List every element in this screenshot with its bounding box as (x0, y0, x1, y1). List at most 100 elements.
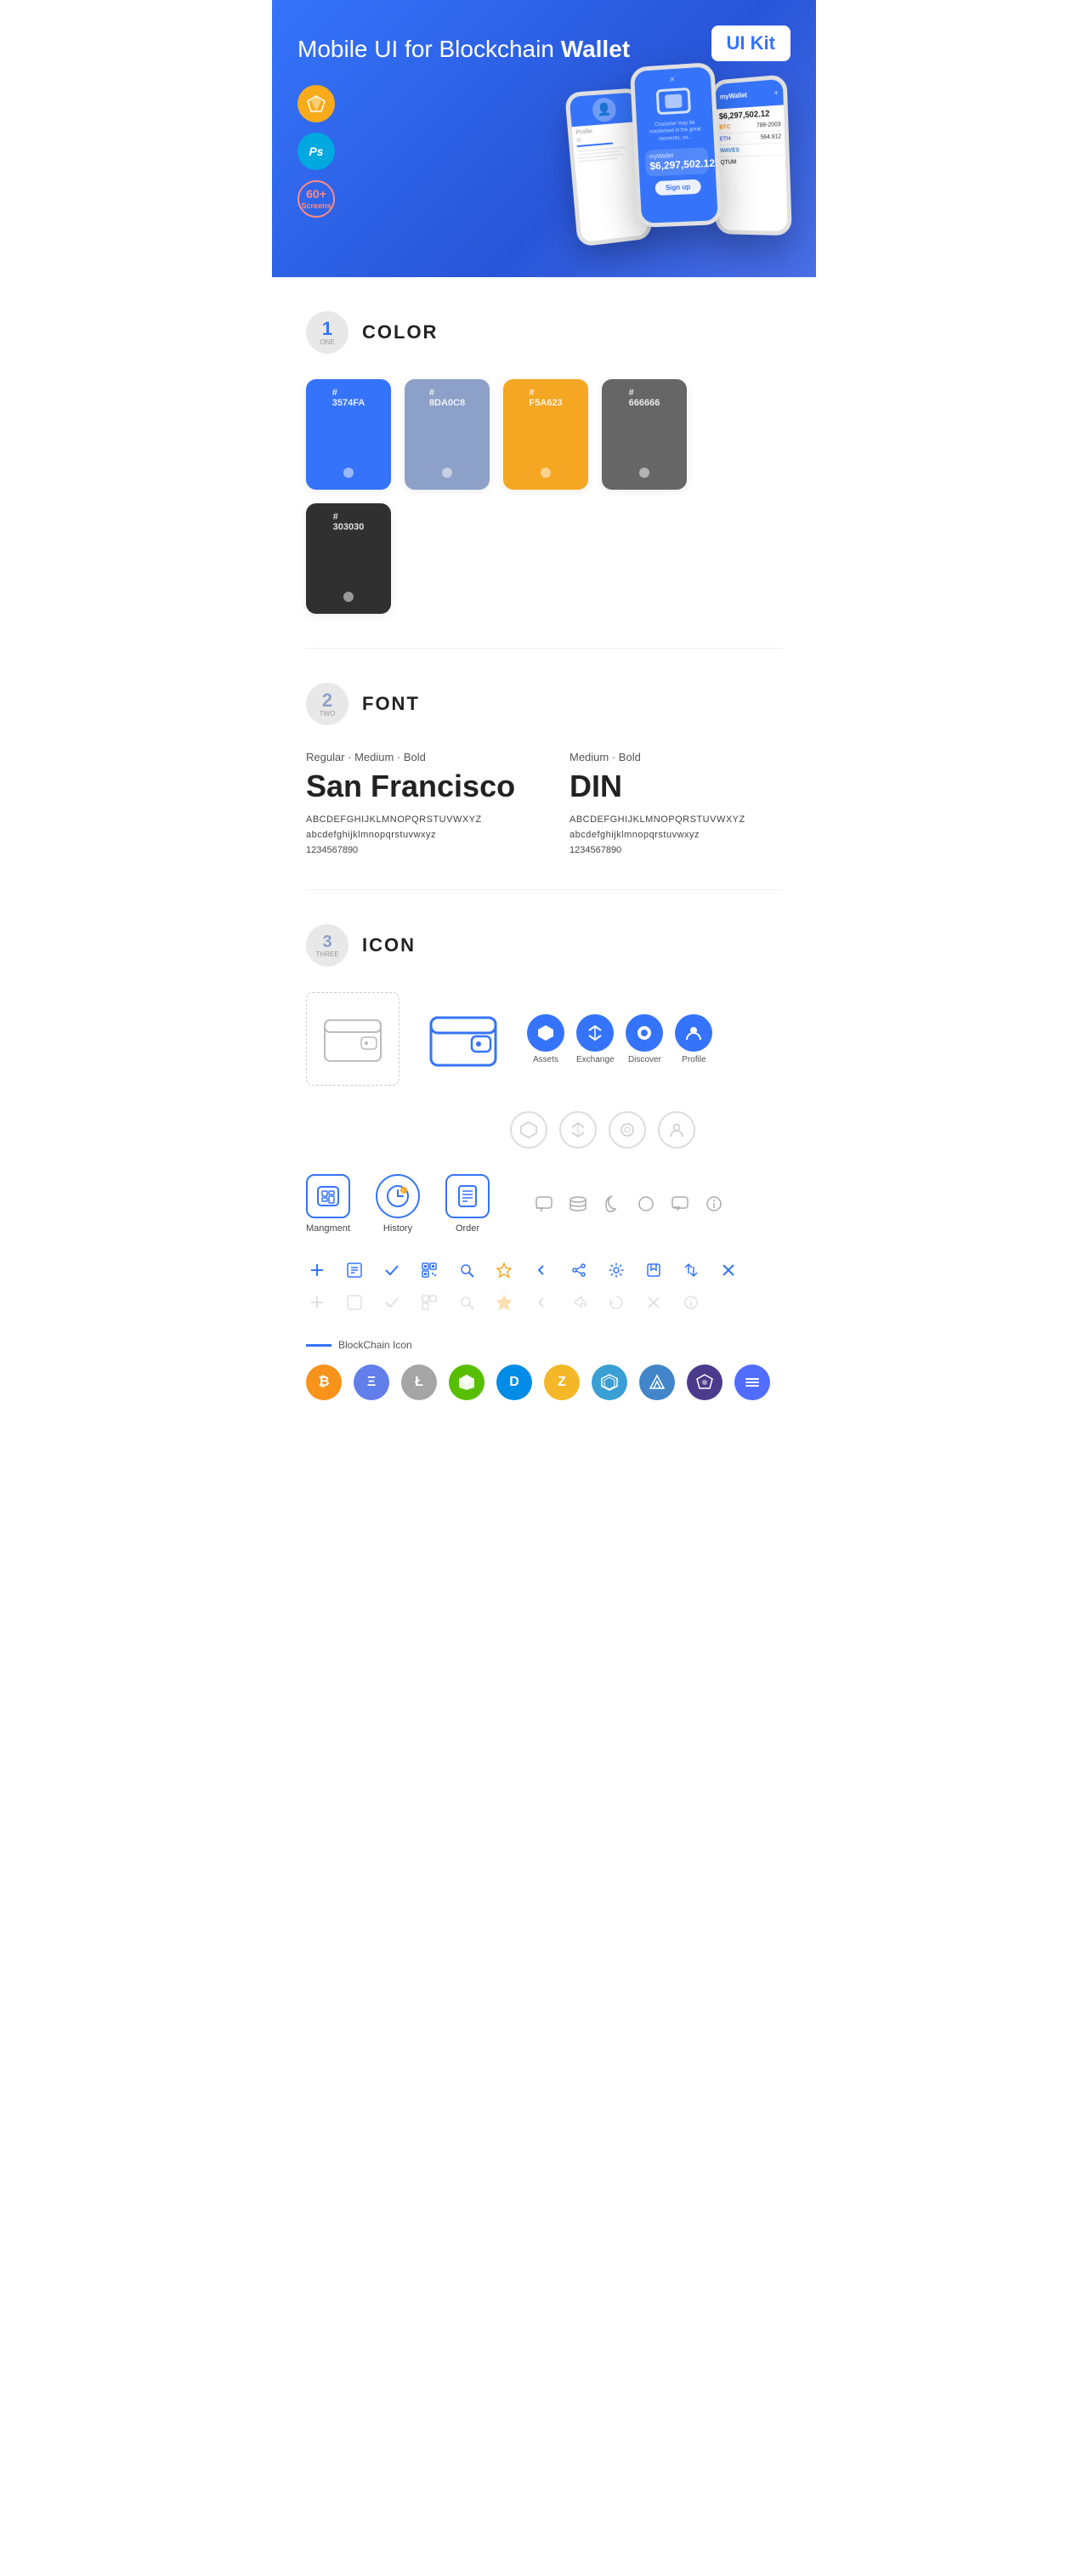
search-icon (456, 1259, 478, 1281)
star-icon (493, 1259, 515, 1281)
color-section: 1 ONE COLOR #3574FA #8DA0C8 #F5A623 #666… (272, 277, 816, 648)
section-number-1: 1 ONE (306, 311, 348, 354)
check-icon-faded (381, 1291, 403, 1314)
color-section-header: 1 ONE COLOR (306, 311, 782, 354)
hex-3: #F5A623 (529, 388, 562, 408)
blockchain-text: BlockChain Icon (338, 1339, 412, 1351)
poly-icon (687, 1365, 722, 1400)
sf-name: San Francisco (306, 769, 518, 804)
din-style: Medium · Bold (570, 751, 782, 763)
eth-icon: Ξ (354, 1365, 389, 1400)
din-upper: ABCDEFGHIJKLMNOPQRSTUVWXYZ (570, 814, 782, 825)
exchange-outline-icon (559, 1111, 597, 1149)
number-1: 1 (322, 320, 332, 338)
zcash-icon: Z (544, 1365, 580, 1400)
ui-kit-badge: UI Kit (711, 26, 790, 61)
history-icon-item: ! History (376, 1174, 420, 1234)
discover-outline-icon (609, 1111, 646, 1149)
font-section-header: 2 TWO FONT (306, 683, 782, 725)
icon-exchange: Exchange (576, 1014, 614, 1064)
color-title: COLOR (362, 321, 438, 343)
screens-badge: 60+ Screens (298, 180, 335, 218)
icon-assets-outline (510, 1111, 547, 1149)
hex-1: #3574FA (332, 388, 366, 408)
icon-discover: Discover (626, 1014, 663, 1064)
section-number-2: 2 TWO (306, 683, 348, 725)
hex-5: #303030 (333, 512, 365, 532)
number-3: 3 (322, 933, 332, 950)
nav-icons-filled: Assets Exchange Discover Profile (527, 1014, 712, 1064)
back-icon-faded (530, 1291, 552, 1314)
sketch-badge (298, 85, 335, 122)
discover-label: Discover (628, 1055, 661, 1064)
share-icon-faded (568, 1291, 590, 1314)
din-name: DIN (570, 769, 782, 804)
moon-icon (600, 1192, 624, 1216)
refresh-icon-faded (605, 1291, 627, 1314)
profile-label: Profile (682, 1055, 706, 1064)
icon-profile: Profile (675, 1014, 712, 1064)
section-number-3: 3 THREE (306, 924, 348, 967)
swatch-gray: #666666 (602, 379, 687, 490)
mgmt-icons-row: Mangment ! History (306, 1174, 782, 1234)
nav-icons-outline (306, 1111, 782, 1149)
order-icon (445, 1174, 490, 1218)
message-icon (668, 1192, 692, 1216)
hex-4: #666666 (629, 388, 660, 408)
search-icon-faded (456, 1291, 478, 1314)
color-swatches: #3574FA #8DA0C8 #F5A623 #666666 #303030 (306, 379, 782, 614)
dash-icon: D (496, 1365, 532, 1400)
assets-label: Assets (533, 1055, 558, 1064)
swatch-blue: #3574FA (306, 379, 391, 490)
dot-4 (639, 468, 649, 478)
btc-icon: ₿ (306, 1365, 342, 1400)
din-nums: 1234567890 (570, 845, 782, 855)
swatch-dark: #303030 (306, 503, 391, 614)
plus-icon-faded (306, 1291, 328, 1314)
din-lower: abcdefghijklmnopqrstuvwxyz (570, 830, 782, 840)
number-2: 2 (322, 691, 332, 710)
icon-assets: Assets (527, 1014, 564, 1064)
blockchain-line (306, 1344, 332, 1347)
dot-2 (442, 468, 452, 478)
management-icon (306, 1174, 350, 1218)
profile-icon (675, 1014, 712, 1052)
icon-showcase-row: Assets Exchange Discover Profile (306, 992, 782, 1086)
management-label: Mangment (306, 1223, 350, 1234)
icon-discover-outline (609, 1111, 646, 1149)
sf-upper: ABCDEFGHIJKLMNOPQRSTUVWXYZ (306, 814, 518, 825)
order-icon-item: Order (445, 1174, 490, 1234)
icon-section-header: 3 THREE ICON (306, 924, 782, 967)
band-icon (734, 1365, 770, 1400)
sf-lower: abcdefghijklmnopqrstuvwxyz (306, 830, 518, 840)
font-din: Medium · Bold DIN ABCDEFGHIJKLMNOPQRSTUV… (570, 751, 782, 855)
font-content: Regular · Medium · Bold San Francisco AB… (306, 751, 782, 855)
plus-icon (306, 1259, 328, 1281)
misc-icons-set1 (532, 1174, 726, 1234)
ltc-icon: Ł (401, 1365, 437, 1400)
discover-icon (626, 1014, 663, 1052)
grid-icon (592, 1365, 627, 1400)
ps-badge: Ps (298, 133, 335, 170)
wallet-filled (416, 992, 510, 1086)
crypto-icons: ₿ Ξ Ł D Z (306, 1365, 782, 1400)
history-label: History (383, 1223, 412, 1234)
info-icon (702, 1192, 726, 1216)
circle-icon (634, 1192, 658, 1216)
font-title: FONT (362, 693, 420, 715)
dot-5 (343, 592, 354, 602)
close-icon (717, 1259, 740, 1281)
edit-icon-faded (343, 1291, 366, 1314)
check-icon (381, 1259, 403, 1281)
dot-1 (343, 468, 354, 478)
sub-3: THREE (315, 950, 338, 958)
blockchain-label: BlockChain Icon (306, 1339, 782, 1351)
assets-outline-icon (510, 1111, 547, 1149)
dot-3 (541, 468, 551, 478)
font-sf: Regular · Medium · Bold San Francisco AB… (306, 751, 518, 855)
wallet-wireframe (306, 992, 400, 1086)
hero-section: Mobile UI for Blockchain Wallet UI Kit P… (272, 0, 816, 277)
stack-icon (566, 1192, 590, 1216)
history-icon: ! (376, 1174, 420, 1218)
settings-icon (605, 1259, 627, 1281)
